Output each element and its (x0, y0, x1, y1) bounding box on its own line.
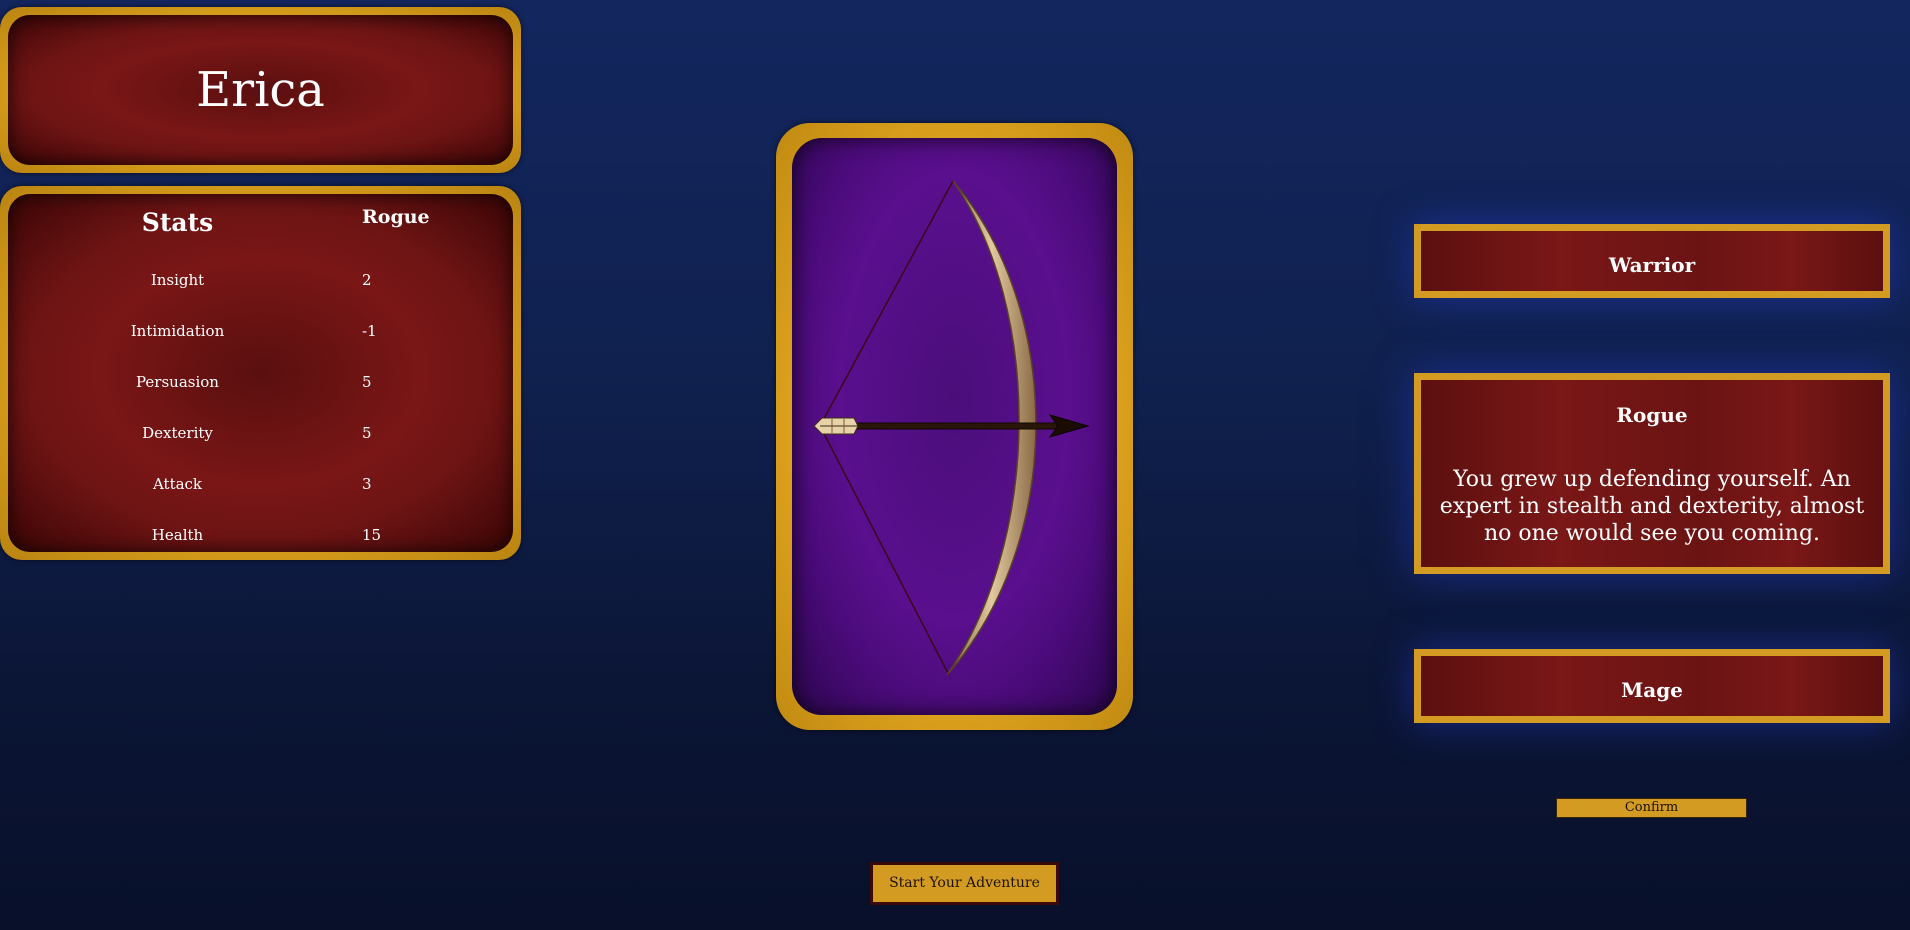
player-name: Erica (196, 62, 325, 118)
stat-row-intimidation: Intimidation -1 (0, 322, 521, 342)
stat-name: Intimidation (130, 322, 225, 340)
stat-value: 15 (362, 526, 382, 544)
stat-row-health: Health 15 (0, 526, 521, 546)
class-card-inner (792, 138, 1117, 715)
start-adventure-button[interactable]: Start Your Adventure (870, 862, 1059, 905)
bow-string-upper (819, 180, 954, 427)
class-option-label: Rogue (1616, 403, 1688, 427)
stat-value: 2 (362, 271, 372, 289)
stat-name: Persuasion (136, 373, 219, 391)
class-option-label: Warrior (1608, 253, 1696, 277)
stats-panel: Stats Rogue Insight 2 Intimidation -1 Pe… (0, 186, 521, 560)
stats-class-name: Rogue (362, 206, 430, 228)
stat-name: Health (151, 526, 204, 544)
stat-name: Insight (150, 271, 205, 289)
class-description: You grew up defending yourself. An exper… (1439, 467, 1865, 546)
stat-row-insight: Insight 2 (0, 271, 521, 291)
stat-value: 3 (362, 475, 372, 493)
player-name-panel-inner: Erica (8, 15, 513, 165)
player-name-panel: Erica (0, 7, 521, 173)
stat-value: 5 (362, 373, 372, 391)
stat-name: Attack (152, 475, 203, 493)
stat-row-attack: Attack 3 (0, 475, 521, 495)
stats-title: Stats (141, 208, 214, 237)
bow-string-lower (819, 425, 950, 676)
class-option-warrior[interactable]: Warrior (1414, 224, 1890, 298)
stat-row-persuasion: Persuasion 5 (0, 373, 521, 393)
stat-value: 5 (362, 424, 372, 442)
stat-row-dexterity: Dexterity 5 (0, 424, 521, 444)
class-card (776, 123, 1133, 730)
bow-and-arrow-icon (813, 180, 1090, 676)
confirm-button[interactable]: Confirm (1556, 798, 1747, 818)
class-option-label: Mage (1621, 678, 1683, 702)
stat-name: Dexterity (142, 424, 213, 442)
class-option-rogue[interactable]: Rogue You grew up defending yourself. An… (1414, 373, 1890, 574)
stat-value: -1 (362, 322, 377, 340)
class-option-mage[interactable]: Mage (1414, 649, 1890, 723)
